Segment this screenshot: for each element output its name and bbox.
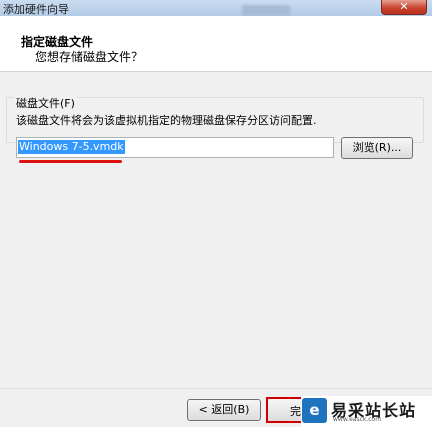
disk-file-input[interactable]: Windows 7-5.vmdk	[16, 137, 334, 158]
watermark-logo-icon: e	[302, 398, 327, 423]
title-bar-decoration	[242, 5, 290, 16]
close-icon: ✕	[399, 0, 409, 13]
window-title: 添加硬件向导	[3, 3, 69, 16]
annotation-underline	[19, 160, 122, 163]
watermark-url: www.easck.com	[333, 416, 382, 423]
finish-button[interactable]: 完	[266, 397, 306, 423]
back-button[interactable]: < 返回(B)	[187, 399, 261, 421]
wizard-content: 磁盘文件(F) 该磁盘文件将会为该虚拟机指定的物理磁盘保存分区访问配置. Win…	[0, 73, 432, 388]
finish-button-label: 完	[290, 405, 301, 418]
wizard-header: 指定磁盘文件 您想存储磁盘文件？	[0, 16, 432, 72]
disk-file-label: 磁盘文件(F)	[14, 95, 77, 111]
title-bar: 添加硬件向导 ✕	[0, 0, 432, 16]
disk-file-description: 该磁盘文件将会为该虚拟机指定的物理磁盘保存分区访问配置.	[16, 114, 317, 127]
page-subtitle: 您想存储磁盘文件？	[35, 50, 144, 64]
watermark: e 易采站长站 www.easck.com	[301, 396, 432, 427]
disk-file-value: Windows 7-5.vmdk	[18, 140, 125, 154]
close-button[interactable]: ✕	[381, 0, 427, 15]
browse-button[interactable]: 浏览(R)...	[341, 137, 413, 159]
